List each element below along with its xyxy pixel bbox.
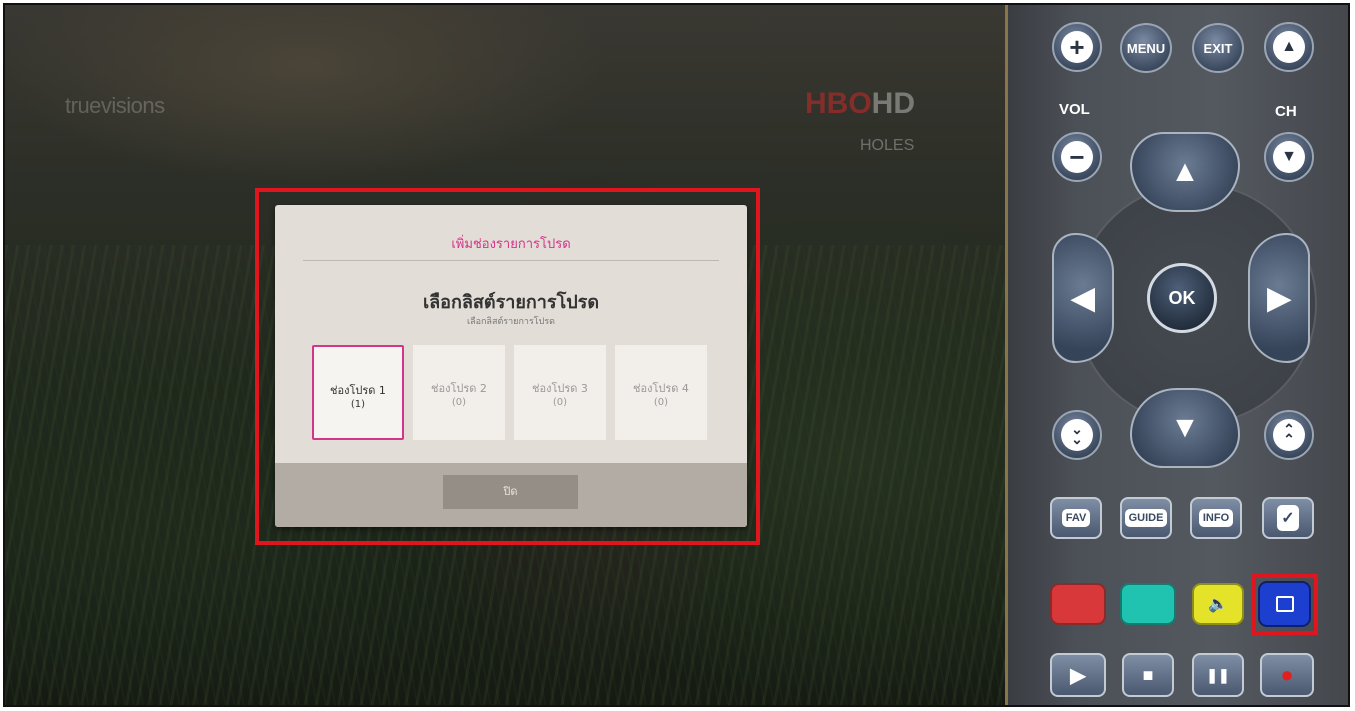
info-button[interactable]: INFO	[1190, 497, 1242, 539]
right-arrow-button[interactable]: ▶	[1248, 233, 1310, 363]
channel-logo-right: HBOHD	[805, 87, 915, 121]
stop-button[interactable]: ■	[1122, 653, 1174, 697]
exit-button[interactable]: EXIT	[1192, 23, 1244, 73]
close-button[interactable]: ปิด	[443, 475, 578, 509]
page-up-button[interactable]: ⌃ ⌃	[1264, 410, 1314, 460]
info-button-label: INFO	[1198, 509, 1234, 527]
favorite-list-count: (1)	[350, 399, 366, 410]
favorite-list-dialog: เพิ่มช่องรายการโปรด เลือกลิสต์รายการโปรด…	[275, 205, 747, 527]
favorite-lists: ช่องโปรด 1 (1) ช่องโปรด 2 (0) ช่องโปรด 3…	[312, 345, 712, 440]
record-button[interactable]: ●	[1260, 653, 1314, 697]
play-button[interactable]: ▶	[1050, 653, 1106, 697]
fav-button[interactable]: FAV	[1050, 497, 1102, 539]
yellow-button[interactable]: 🔈	[1192, 583, 1244, 625]
pause-button[interactable]: ❚❚	[1192, 653, 1244, 697]
favorite-list-name: ช่องโปรด 2	[431, 382, 487, 395]
program-title-watermark: HOLES	[860, 137, 915, 154]
dialog-subheading: เลือกลิสต์รายการโปรด	[466, 317, 556, 327]
favorite-list-name: ช่องโปรด 4	[633, 382, 689, 395]
speaker-icon: 🔈	[1208, 596, 1228, 613]
vol-up-button[interactable]: +	[1052, 22, 1102, 72]
double-chevron-down-icon: ⌄ ⌄	[1061, 419, 1093, 451]
favorite-list-2[interactable]: ช่องโปรด 2 (0)	[413, 345, 505, 440]
favorite-list-count: (0)	[552, 397, 568, 408]
screenshot-frame: truevisions HBOHD HOLES เพิ่มช่องรายการโ…	[3, 3, 1350, 707]
favorite-list-name: ช่องโปรด 1	[330, 384, 386, 397]
triangle-up-icon: ▲	[1273, 31, 1305, 63]
ok-button[interactable]: OK	[1147, 263, 1217, 333]
red-button[interactable]	[1050, 583, 1106, 625]
plus-icon: +	[1061, 31, 1093, 63]
guide-button-label: GUIDE	[1124, 509, 1168, 527]
channel-logo-left: truevisions	[65, 93, 165, 118]
ch-down-button[interactable]: ▼	[1264, 132, 1314, 182]
page-down-button[interactable]: ⌄ ⌄	[1052, 410, 1102, 460]
vol-label: VOL	[1059, 101, 1090, 118]
triangle-down-icon: ▼	[1273, 141, 1305, 173]
channel-logo-red: HBO	[805, 87, 872, 120]
favorite-list-count: (0)	[653, 397, 669, 408]
blue-button-highlight-box	[1251, 574, 1318, 635]
double-chevron-up-icon: ⌃ ⌃	[1273, 419, 1305, 451]
up-arrow-button[interactable]: ▲	[1130, 132, 1240, 212]
favorite-list-4[interactable]: ช่องโปรด 4 (0)	[615, 345, 707, 440]
checkmark-icon: ✓	[1277, 505, 1299, 531]
dialog-heading: เลือกลิสต์รายการโปรด	[422, 292, 600, 313]
favorite-list-1[interactable]: ช่องโปรด 1 (1)	[312, 345, 404, 440]
menu-button[interactable]: MENU	[1120, 23, 1172, 73]
tv-screen: truevisions HBOHD HOLES เพิ่มช่องรายการโ…	[5, 5, 1005, 705]
favorite-list-count: (0)	[451, 397, 467, 408]
down-arrow-button[interactable]: ▼	[1130, 388, 1240, 468]
guide-button[interactable]: GUIDE	[1120, 497, 1172, 539]
ch-label: CH	[1275, 103, 1297, 120]
left-arrow-button[interactable]: ◀	[1052, 233, 1114, 363]
channel-logo-hd: HD	[871, 87, 916, 120]
favorite-list-name: ช่องโปรด 3	[532, 382, 588, 395]
minus-icon: −	[1061, 141, 1093, 173]
dialog-divider	[303, 260, 719, 261]
dialog-title: เพิ่มช่องรายการโปรด	[451, 237, 571, 252]
ch-up-button[interactable]: ▲	[1264, 22, 1314, 72]
fav-button-label: FAV	[1061, 509, 1091, 527]
favorite-list-3[interactable]: ช่องโปรด 3 (0)	[514, 345, 606, 440]
green-button[interactable]	[1120, 583, 1176, 625]
check-button[interactable]: ✓	[1262, 497, 1314, 539]
vol-down-button[interactable]: −	[1052, 132, 1102, 182]
dialog-footer: ปิด	[275, 463, 747, 527]
